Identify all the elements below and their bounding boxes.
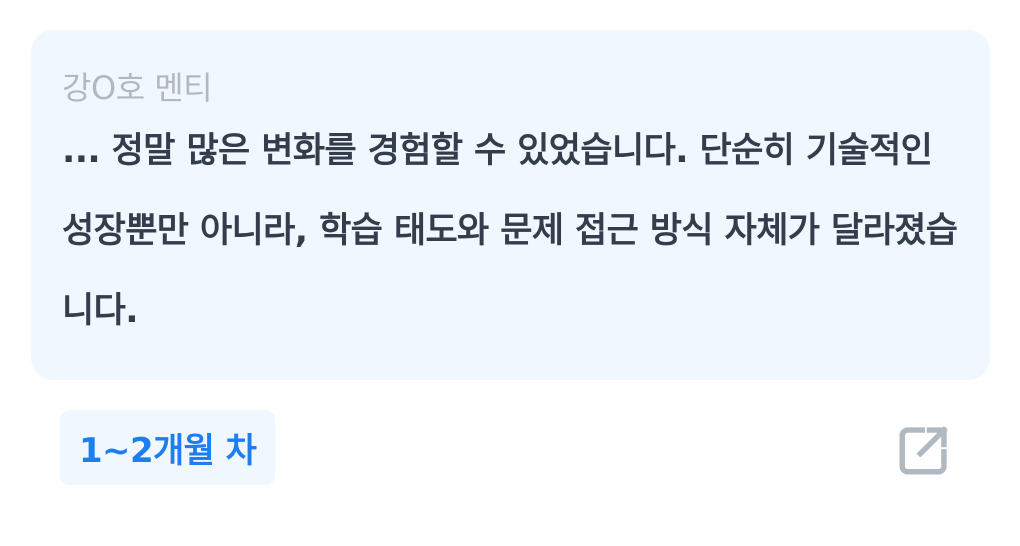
review-quote: ... 정말 많은 변화를 경험할 수 있었습니다. 단순히 기술적인 성장뿐만… [62,131,958,331]
period-badge: 1~2개월 차 [60,410,276,485]
mentee-name: 강O호 멘티 [62,69,213,107]
open-in-new-icon [899,426,948,475]
open-link-button[interactable] [892,418,956,482]
review-card: 강O호 멘티 ... 정말 많은 변화를 경험할 수 있었습니다. 단순히 기술… [31,30,990,380]
